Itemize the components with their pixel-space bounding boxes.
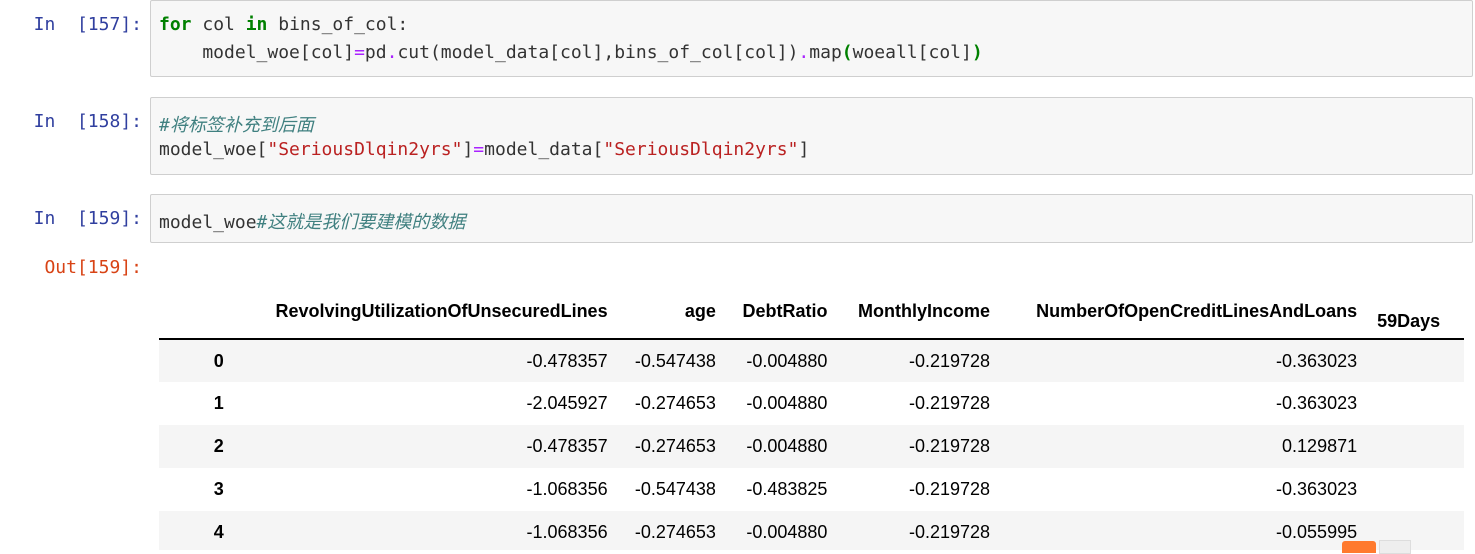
code-token: bins_of_col:	[267, 14, 409, 35]
floating-panel[interactable]	[1379, 540, 1411, 554]
code-token: model_woe[col]	[159, 42, 355, 63]
table-cell	[1367, 339, 1464, 382]
input-prompt-158: In [158]:	[33, 111, 142, 132]
code-token: .	[798, 42, 810, 63]
column-header[interactable]: MonthlyIncome	[837, 285, 1001, 340]
table-cell: -0.274653	[634, 436, 716, 456]
code-token: for	[159, 14, 192, 35]
code-token: woeall[col]	[852, 42, 972, 63]
table-row: 0 -0.478357 -0.547438 -0.004880 -0.219728 -0.…	[159, 339, 1464, 382]
table-cell: -0.219728	[908, 436, 991, 456]
column-header[interactable]: NumberOfOpenCreditLinesAndLoans	[1000, 285, 1368, 340]
column-header[interactable]: 59Days	[1367, 285, 1464, 340]
row-index: 4	[213, 522, 224, 542]
code-token: model_woe[	[159, 139, 268, 160]
code-token: in	[245, 14, 268, 35]
table-cell: -0.219728	[908, 350, 991, 371]
table-cell: -0.004880	[746, 393, 828, 413]
index-header	[159, 285, 234, 340]
table-header-row: RevolvingUtilizationOfUnsecuredLines age…	[159, 285, 1464, 340]
row-index: 0	[213, 350, 224, 371]
code-token: =	[473, 139, 485, 160]
output-prompt-159: Out[159]:	[44, 257, 142, 278]
table-cell: -1.068356	[526, 479, 608, 499]
table-cell: -0.363023	[1276, 479, 1358, 499]
table-cell	[1367, 425, 1464, 468]
table-cell: -0.004880	[746, 522, 828, 542]
code-token: cut(model_data[col],bins_of_col[col])	[397, 42, 799, 63]
code-line: for col in bins_of_col:	[159, 14, 408, 35]
table-row: 4 -1.068356 -0.274653 -0.004880 -0.219728 -0.…	[159, 511, 1464, 550]
input-prompt-157: In [157]:	[33, 14, 142, 35]
code-token: #将标签补充到后面	[159, 115, 314, 136]
table-cell	[1367, 468, 1464, 511]
table-cell: -0.004880	[746, 436, 828, 456]
table-row: 2 -0.478357 -0.274653 -0.004880 -0.219728 0.1…	[159, 425, 1464, 468]
table-cell: -0.055995	[1276, 522, 1358, 542]
code-token: ]	[462, 139, 474, 160]
dataframe-table: RevolvingUtilizationOfUnsecuredLines age…	[159, 285, 1464, 550]
table-cell: -0.547438	[634, 479, 716, 499]
code-line: #将标签补充到后面	[159, 111, 314, 137]
code-cell-157[interactable]: for col in bins_of_col: model_woe[col]=p…	[150, 0, 1473, 77]
column-header[interactable]: age	[617, 285, 726, 340]
code-token: .	[386, 42, 398, 63]
table-cell: 0.129871	[1282, 436, 1358, 456]
code-token: col	[191, 14, 246, 35]
table-cell: -0.483825	[746, 479, 828, 499]
code-token: model_data[	[484, 139, 604, 160]
table-cell: -2.045927	[526, 393, 608, 413]
table-cell: -0.363023	[1276, 393, 1358, 413]
table-cell: -0.219728	[908, 479, 991, 499]
table-cell: -0.363023	[1276, 350, 1358, 371]
table-cell: -0.478357	[526, 436, 608, 456]
code-cell-159[interactable]: model_woe#这就是我们要建模的数据	[150, 194, 1473, 243]
table-cell: -0.478357	[526, 350, 608, 371]
notification-badge[interactable]	[1342, 541, 1376, 553]
code-token: =	[354, 42, 365, 63]
table-row: 3 -1.068356 -0.547438 -0.483825 -0.219728 -0.…	[159, 468, 1464, 511]
table-cell: -0.219728	[908, 393, 991, 413]
code-token: pd	[364, 42, 387, 63]
code-token: #这就是我们要建模的数据	[256, 212, 466, 233]
code-token: ]	[798, 139, 810, 160]
row-index: 3	[213, 479, 224, 499]
table-cell: -0.547438	[634, 350, 716, 371]
table-row: 1 -2.045927 -0.274653 -0.004880 -0.219728 -0.…	[159, 382, 1464, 425]
code-line: model_woe["SeriousDlqin2yrs"]=model_data…	[159, 139, 809, 160]
table-cell	[1367, 382, 1464, 425]
row-index: 2	[213, 436, 224, 456]
table-cell: -0.004880	[746, 350, 828, 371]
code-cell-158[interactable]: #将标签补充到后面 model_woe["SeriousDlqin2yrs"]=…	[150, 97, 1473, 175]
column-header[interactable]: RevolvingUtilizationOfUnsecuredLines	[233, 285, 618, 340]
code-line: model_woe#这就是我们要建模的数据	[159, 208, 465, 234]
row-index: 1	[213, 393, 224, 413]
column-header[interactable]: DebtRatio	[725, 285, 838, 340]
code-line: model_woe[col]=pd.cut(model_data[col],bi…	[159, 42, 983, 63]
code-token: map	[809, 42, 842, 63]
table-cell: -0.219728	[908, 522, 991, 542]
code-token: (	[841, 42, 853, 63]
code-token: )	[971, 42, 983, 63]
table-cell: -0.274653	[634, 522, 716, 542]
input-prompt-159: In [159]:	[33, 208, 142, 229]
code-token: "SeriousDlqin2yrs"	[267, 139, 463, 160]
table-cell: -0.274653	[634, 393, 716, 413]
code-token: model_woe	[159, 212, 257, 233]
code-token: "SeriousDlqin2yrs"	[603, 139, 799, 160]
dataframe-output: RevolvingUtilizationOfUnsecuredLines age…	[159, 285, 1464, 550]
table-cell: -1.068356	[526, 522, 608, 542]
